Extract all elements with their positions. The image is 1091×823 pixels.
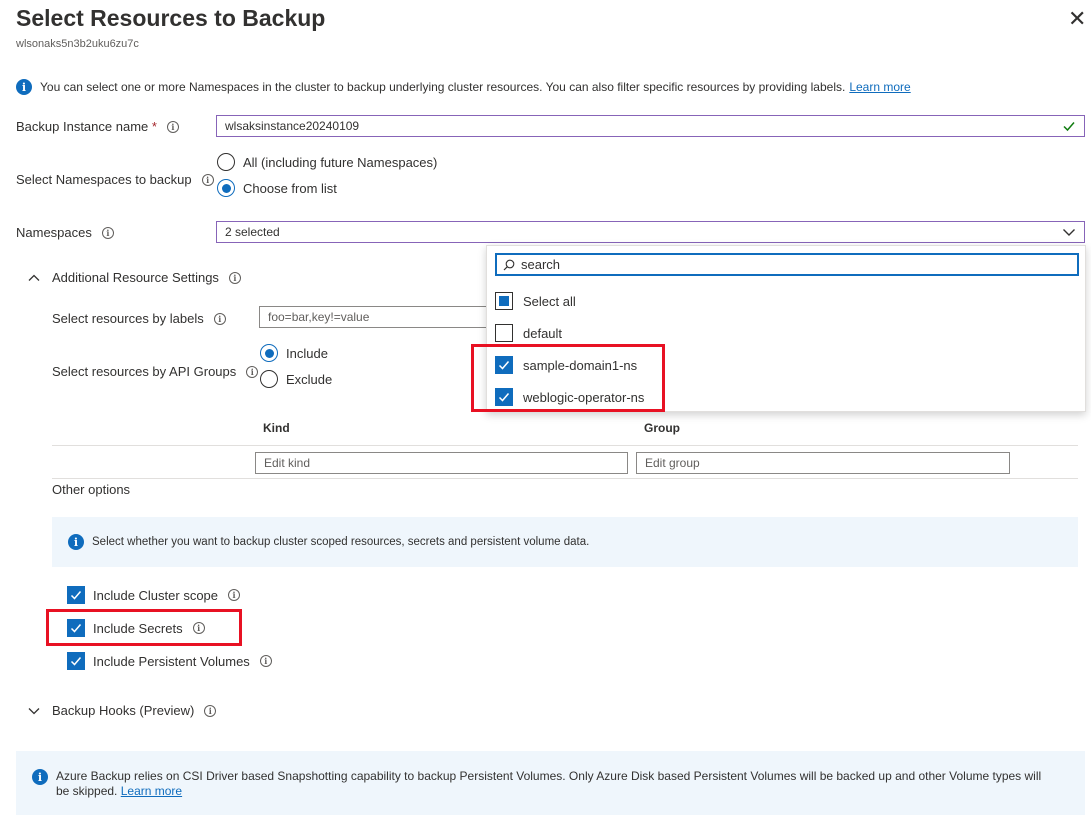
- learn-more-link[interactable]: Learn more: [849, 80, 910, 94]
- divider: [52, 445, 1078, 446]
- checkbox[interactable]: [67, 586, 85, 604]
- other-options-title: Other options: [52, 482, 130, 497]
- radio-all-namespaces[interactable]: All (including future Namespaces): [217, 153, 437, 171]
- info-banner-text: You can select one or more Namespaces in…: [40, 80, 845, 94]
- radio-button[interactable]: [217, 179, 235, 197]
- check-icon: [70, 655, 82, 667]
- tooltip-icon[interactable]: i: [228, 589, 240, 601]
- group-input[interactable]: Edit group: [636, 452, 1010, 474]
- tooltip-icon[interactable]: i: [167, 121, 179, 133]
- checkbox-persistent-volumes[interactable]: Include Persistent Volumes i: [67, 652, 272, 670]
- dropdown-select-all[interactable]: Select all: [495, 292, 576, 310]
- highlight-box-namespaces: [471, 344, 665, 412]
- bottom-info-banner: i Azure Backup relies on CSI Driver base…: [16, 751, 1085, 815]
- api-groups-label: Select resources by API Groups i: [52, 364, 258, 379]
- divider: [52, 478, 1078, 479]
- search-icon: [503, 259, 515, 271]
- close-icon[interactable]: ✕: [1068, 8, 1086, 30]
- radio-button[interactable]: [260, 370, 278, 388]
- chevron-down-icon: [28, 706, 40, 716]
- other-options-info-panel: i Select whether you want to backup clus…: [52, 517, 1078, 567]
- valid-check-icon: [1062, 119, 1076, 133]
- backup-instance-input[interactable]: wlsaksinstance20240109: [216, 115, 1085, 137]
- kind-input[interactable]: Edit kind: [255, 452, 628, 474]
- labels-input[interactable]: foo=bar,key!=value: [259, 306, 499, 328]
- backup-instance-label: Backup Instance name * i: [16, 119, 179, 134]
- info-icon: i: [32, 769, 48, 785]
- radio-choose-from-list[interactable]: Choose from list: [217, 179, 337, 197]
- namespaces-dropdown[interactable]: 2 selected: [216, 221, 1085, 243]
- radio-button[interactable]: [217, 153, 235, 171]
- tooltip-icon[interactable]: i: [229, 272, 241, 284]
- table-header-group: Group: [644, 421, 680, 435]
- additional-settings-header[interactable]: Additional Resource Settings i: [28, 270, 241, 285]
- page-title: Select Resources to Backup: [16, 5, 325, 32]
- backup-hooks-header[interactable]: Backup Hooks (Preview) i: [28, 703, 216, 718]
- check-icon: [70, 589, 82, 601]
- radio-button[interactable]: [260, 344, 278, 362]
- checkbox[interactable]: [495, 292, 513, 310]
- info-icon: i: [68, 534, 84, 550]
- learn-more-link[interactable]: Learn more: [121, 784, 182, 798]
- chevron-up-icon: [28, 273, 40, 283]
- tooltip-icon[interactable]: i: [202, 174, 214, 186]
- info-icon: i: [16, 79, 32, 95]
- select-namespaces-label: Select Namespaces to backup i: [16, 172, 214, 187]
- tooltip-icon[interactable]: i: [102, 227, 114, 239]
- tooltip-icon[interactable]: i: [246, 366, 258, 378]
- tooltip-icon[interactable]: i: [260, 655, 272, 667]
- dropdown-search-input[interactable]: search: [495, 253, 1079, 276]
- dropdown-item-default[interactable]: default: [495, 324, 562, 342]
- checkbox[interactable]: [495, 324, 513, 342]
- page-subtitle: wlsonaks5n3b2uku6zu7c: [16, 38, 139, 50]
- tooltip-icon[interactable]: i: [204, 705, 216, 717]
- radio-exclude[interactable]: Exclude: [260, 370, 332, 388]
- checkbox-cluster-scope[interactable]: Include Cluster scope i: [67, 586, 240, 604]
- table-header-kind: Kind: [263, 421, 290, 435]
- checkbox[interactable]: [67, 652, 85, 670]
- tooltip-icon[interactable]: i: [214, 313, 226, 325]
- chevron-down-icon: [1062, 227, 1076, 237]
- info-banner: i You can select one or more Namespaces …: [16, 79, 911, 95]
- radio-include[interactable]: Include: [260, 344, 328, 362]
- highlight-box-secrets: [46, 609, 242, 646]
- labels-label: Select resources by labels i: [52, 311, 226, 326]
- namespaces-label: Namespaces i: [16, 225, 114, 240]
